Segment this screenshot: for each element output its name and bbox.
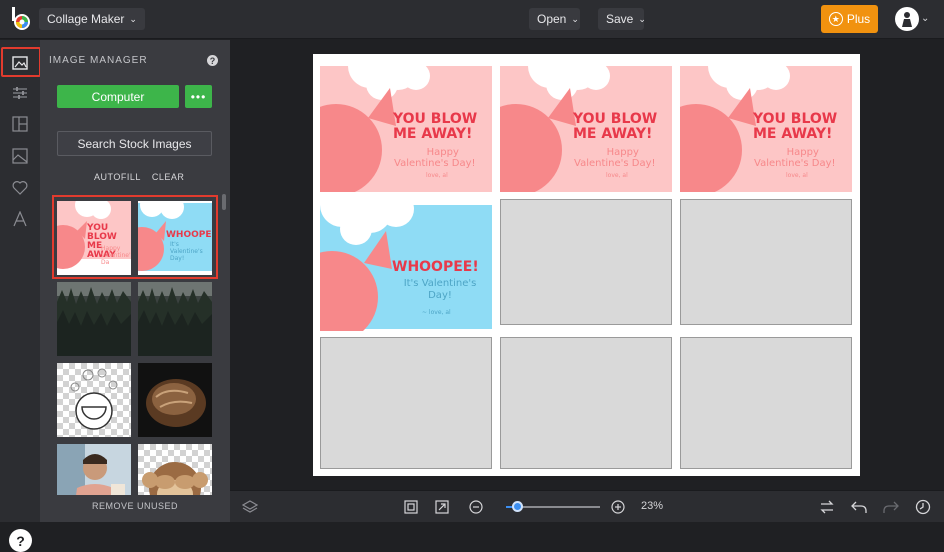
- collage-cell-filled[interactable]: YOU BLOW ME AWAY! Happy Valentine's Day! l…: [320, 66, 492, 192]
- swap-icon[interactable]: [818, 498, 836, 516]
- image-thumbnail[interactable]: [57, 363, 131, 437]
- card-line: Valentine's Day!: [574, 158, 656, 169]
- card-heading: YOU BLOW: [393, 111, 478, 127]
- card-sign: ~ love, al: [422, 309, 451, 316]
- fit-to-screen-icon[interactable]: [402, 498, 420, 516]
- collage-cell-empty[interactable]: [320, 337, 492, 469]
- card-line: Happy: [606, 147, 639, 158]
- star-badge-icon: ★: [828, 12, 843, 26]
- collage-cell-empty[interactable]: [680, 337, 852, 469]
- zoom-level: 23%: [641, 500, 664, 512]
- rail-text[interactable]: [0, 204, 40, 234]
- plus-upgrade-button[interactable]: ★ Plus: [821, 5, 878, 33]
- zoom-in-button[interactable]: [609, 498, 627, 516]
- card-line: Valentine's Day!: [394, 158, 476, 169]
- plus-circle-icon: [611, 500, 625, 514]
- card-heading: ME AWAY!: [753, 126, 833, 142]
- open-menu-button[interactable]: Open ⌄: [529, 8, 580, 30]
- befunky-logo[interactable]: [9, 7, 33, 31]
- history-icon[interactable]: [914, 498, 932, 516]
- save-label: Save: [606, 12, 634, 26]
- rail-layouts[interactable]: [0, 109, 40, 139]
- zoom-slider[interactable]: [506, 501, 600, 512]
- image-thumbnail[interactable]: [57, 282, 131, 356]
- card-heading: YOU BLOW: [753, 111, 838, 127]
- rail-graphics[interactable]: [0, 172, 40, 202]
- card-line: Happy: [786, 147, 819, 158]
- help-button[interactable]: ?: [9, 529, 32, 552]
- app-title: Collage Maker: [47, 12, 125, 26]
- expand-icon[interactable]: [433, 498, 451, 516]
- clear-link[interactable]: CLEAR: [152, 172, 185, 182]
- card-line: Day!: [428, 290, 452, 301]
- collage-cell-filled[interactable]: WHOOPEE! It's Valentine's Day! ~ love, al: [320, 205, 492, 331]
- heart-icon: [12, 180, 28, 195]
- image-thumbnail[interactable]: [138, 444, 212, 495]
- person-icon: [902, 12, 912, 27]
- card-heading: ME AWAY!: [393, 126, 473, 142]
- background-icon: [12, 148, 28, 164]
- chevron-down-icon[interactable]: ⌄: [921, 13, 929, 24]
- collage-cell-empty[interactable]: [500, 199, 672, 325]
- card-sign: love, al: [606, 172, 628, 179]
- image-thumbnail[interactable]: [57, 444, 131, 495]
- card-heading: YOU BLOW: [573, 111, 658, 127]
- card-heading: WHOOPEE!: [392, 259, 479, 275]
- chevron-down-icon: ⌄: [129, 13, 137, 24]
- open-label: Open: [537, 12, 567, 26]
- image-manager-panel: IMAGE MANAGER ? Computer ••• Search Stoc…: [40, 40, 230, 522]
- tool-rail: ?: [0, 40, 40, 552]
- autofill-clear-row: AUTOFILL CLEAR: [94, 172, 184, 182]
- rail-adjust[interactable]: [0, 78, 40, 108]
- sliders-icon: [13, 87, 27, 99]
- image-thumbnail[interactable]: [138, 282, 212, 356]
- card-heading: ME AWAY!: [573, 126, 653, 142]
- panel-title: IMAGE MANAGER: [49, 55, 148, 66]
- panel-scrollbar[interactable]: [222, 194, 226, 210]
- top-bar: Collage Maker ⌄ Open ⌄ Save ⌄ ★ Plus ⌄: [0, 0, 944, 39]
- panel-help-icon[interactable]: ?: [207, 55, 218, 66]
- minus-circle-icon: [469, 500, 483, 514]
- selected-thumbnails-highlight: [52, 195, 218, 279]
- active-tool-highlight: [1, 47, 41, 77]
- undo-icon[interactable]: [850, 498, 868, 516]
- zoom-out-button[interactable]: [467, 498, 485, 516]
- bottom-bar: 23%: [230, 490, 944, 522]
- chevron-down-icon: ⌄: [571, 13, 579, 24]
- search-stock-images-button[interactable]: Search Stock Images: [57, 131, 212, 156]
- collage-cell-empty[interactable]: [500, 337, 672, 469]
- card-line: Happy: [426, 147, 459, 158]
- collage-canvas[interactable]: YOU BLOW ME AWAY! Happy Valentine's Day! l…: [313, 54, 860, 476]
- redo-icon[interactable]: [882, 498, 900, 516]
- save-menu-button[interactable]: Save ⌄: [598, 8, 646, 30]
- card-line: It's Valentine's: [403, 278, 477, 289]
- card-sign: love, al: [426, 172, 448, 179]
- layout-icon: [12, 116, 28, 132]
- card-line: Valentine's Day!: [754, 158, 836, 169]
- app-mode-dropdown[interactable]: Collage Maker ⌄: [39, 8, 145, 30]
- image-thumbnail[interactable]: [138, 363, 212, 437]
- card-sign: love, al: [786, 172, 808, 179]
- upload-computer-button[interactable]: Computer: [57, 85, 179, 108]
- collage-cell-filled[interactable]: YOU BLOW ME AWAY! Happy Valentine's Day! l…: [500, 66, 672, 192]
- zoom-slider-knob[interactable]: [512, 501, 523, 512]
- collage-cell-filled[interactable]: YOU BLOW ME AWAY! Happy Valentine's Day! l…: [680, 66, 852, 192]
- collage-cell-empty[interactable]: [680, 199, 852, 325]
- plus-label: Plus: [846, 12, 871, 26]
- rail-backgrounds[interactable]: [0, 141, 40, 171]
- chevron-down-icon: ⌄: [638, 13, 646, 24]
- remove-unused-link[interactable]: REMOVE UNUSED: [40, 501, 230, 511]
- text-icon: [13, 211, 27, 227]
- more-sources-button[interactable]: •••: [185, 85, 212, 108]
- layers-icon[interactable]: [241, 498, 259, 516]
- user-avatar[interactable]: [895, 7, 919, 31]
- autofill-link[interactable]: AUTOFILL: [94, 172, 141, 182]
